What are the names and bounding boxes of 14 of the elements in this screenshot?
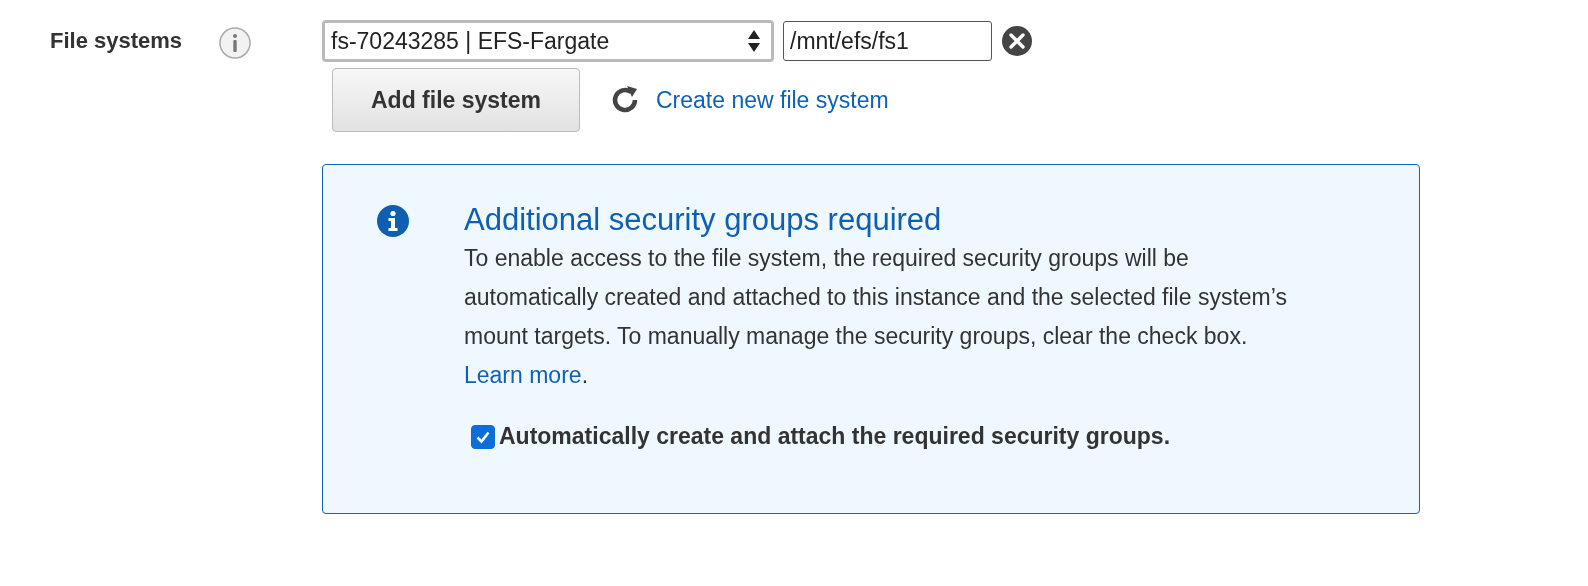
file-system-select[interactable]: fs-70243285 | EFS-Fargate bbox=[322, 20, 774, 62]
create-file-system-link[interactable]: Create new file system bbox=[656, 86, 889, 114]
checkbox[interactable] bbox=[471, 424, 495, 449]
notice-title: Additional security groups required bbox=[464, 201, 942, 239]
info-icon bbox=[376, 204, 410, 238]
learn-more-link[interactable]: Learn more bbox=[464, 362, 582, 388]
select-arrows-icon bbox=[747, 29, 761, 53]
info-icon[interactable] bbox=[218, 26, 252, 60]
field-label: File systems bbox=[50, 28, 184, 54]
notice-text: To enable access to the file system, the required security groups will be automatically created and attached to this instance and the selected file system’s mount targets. To manually manage the security groups, clear the check box. Learn more. bbox=[464, 244, 1288, 390]
checkbox-label: Automatically create and attach the required security groups. bbox=[499, 423, 1171, 450]
mount-path-field[interactable]: /mnt/efs/fs1 bbox=[783, 21, 992, 61]
add-file-system-button[interactable]: Add file system bbox=[332, 68, 580, 132]
clear-icon[interactable] bbox=[1001, 25, 1033, 57]
